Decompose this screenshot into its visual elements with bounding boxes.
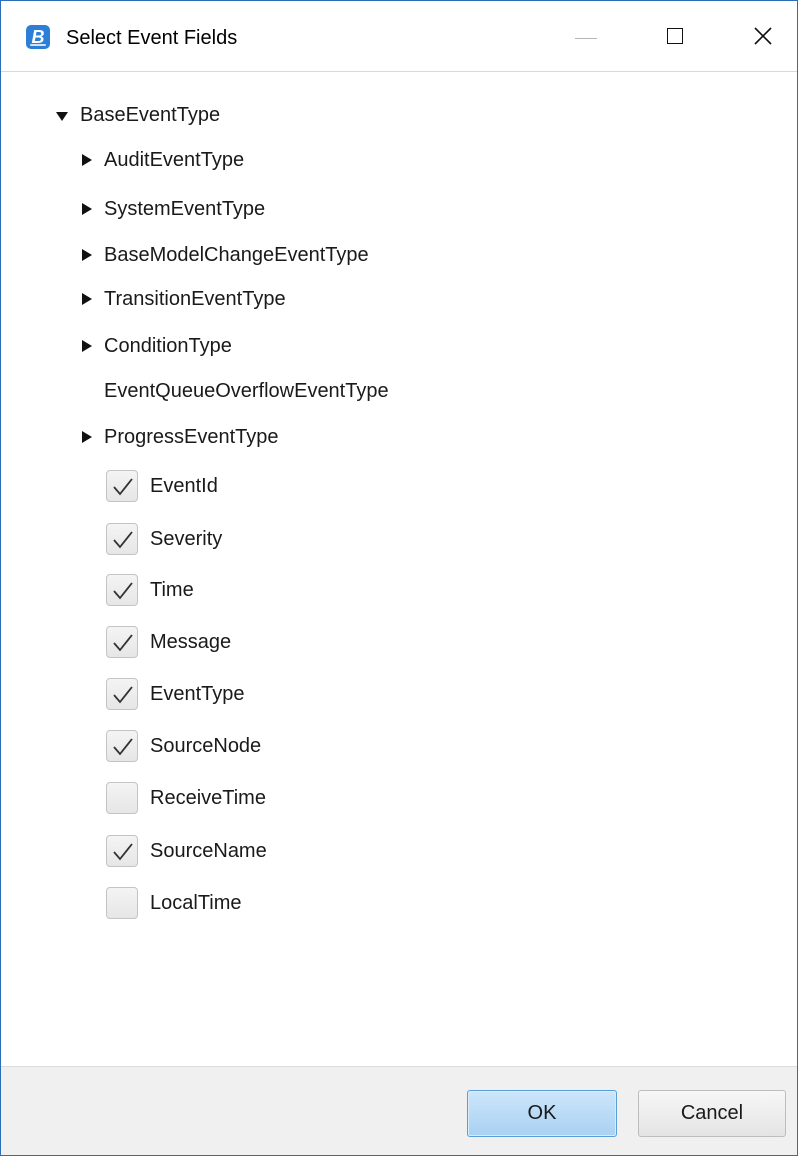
maximize-button[interactable] (647, 1, 707, 71)
title-bar[interactable]: B Select Event Fields (1, 1, 797, 72)
tree-item-label: EventType (150, 683, 245, 705)
checkmark-icon (113, 843, 133, 861)
field-checkbox[interactable] (106, 730, 138, 762)
tree-item-label: AuditEventType (104, 149, 245, 171)
checkmark-icon (113, 686, 133, 704)
tree-item-label: TransitionEventType (104, 288, 286, 310)
tree-item-label: Severity (150, 528, 223, 550)
tree-item-field[interactable]: SourceName (106, 833, 267, 869)
field-checkbox[interactable] (106, 626, 138, 658)
tree-item-label: SystemEventType (104, 198, 266, 220)
select-event-fields-dialog: B Select Event Fields BaseEventType Audit… (0, 0, 798, 1156)
tree-item-label: ReceiveTime (150, 787, 266, 809)
field-checkbox[interactable] (106, 678, 138, 710)
tree-item-field[interactable]: Time (106, 572, 194, 608)
field-checkbox[interactable] (106, 887, 138, 919)
minimize-button[interactable] (557, 1, 617, 71)
tree-item-label: ConditionType (104, 335, 232, 357)
checkmark-icon (113, 634, 133, 652)
close-button[interactable] (734, 1, 794, 71)
close-icon (754, 27, 772, 45)
event-type-tree[interactable]: BaseEventType AuditEventType SystemEventTy… (1, 72, 797, 1069)
tree-item-label: SourceNode (150, 735, 262, 757)
tree-item-field[interactable]: Severity (106, 521, 222, 557)
app-logo-icon: B (26, 25, 50, 49)
collapse-arrow-icon[interactable] (56, 108, 70, 122)
checkmark-icon (113, 582, 133, 600)
field-checkbox[interactable] (106, 835, 138, 867)
ok-button[interactable]: OK (467, 1090, 617, 1137)
tree-item-label: BaseEventType (80, 104, 221, 126)
expand-arrow-icon[interactable] (80, 430, 94, 444)
tree-item-label: Message (150, 631, 232, 653)
tree-item-label: BaseModelChangeEventType (104, 244, 369, 266)
tree-item-label: EventQueueOverflowEventType (104, 380, 389, 402)
dialog-footer: OK Cancel (1, 1066, 797, 1155)
tree-item-field[interactable]: EventType (106, 676, 245, 712)
cancel-button[interactable]: Cancel (638, 1090, 786, 1137)
tree-item-label: ProgressEventType (104, 426, 279, 448)
expand-arrow-icon[interactable] (80, 202, 94, 216)
checkmark-icon (113, 738, 133, 756)
tree-item-subtype[interactable]: TransitionEventType (80, 281, 286, 317)
tree-item-subtype[interactable]: AuditEventType (80, 142, 244, 178)
tree-item-subtype[interactable]: ConditionType (80, 328, 232, 364)
checkmark-icon (113, 531, 133, 549)
tree-item-field[interactable]: LocalTime (106, 885, 242, 921)
window-title: Select Event Fields (66, 27, 238, 49)
field-checkbox[interactable] (106, 523, 138, 555)
tree-item-field[interactable]: EventId (106, 468, 218, 504)
tree-item-subtype[interactable]: SystemEventType (80, 191, 265, 227)
tree-item-subtype[interactable]: EventQueueOverflowEventType (104, 373, 389, 409)
tree-item-label: SourceName (150, 840, 267, 862)
checkmark-icon (113, 478, 133, 496)
tree-item-label: LocalTime (150, 892, 242, 914)
tree-item-root[interactable]: BaseEventType (56, 97, 220, 133)
field-checkbox[interactable] (106, 470, 138, 502)
tree-item-label: Time (150, 579, 194, 601)
tree-item-subtype[interactable]: ProgressEventType (80, 419, 279, 455)
tree-item-field[interactable]: Message (106, 624, 231, 660)
expand-arrow-icon[interactable] (80, 153, 94, 167)
tree-item-field[interactable]: SourceNode (106, 728, 261, 764)
field-checkbox[interactable] (106, 574, 138, 606)
tree-item-label: EventId (150, 475, 218, 497)
expand-arrow-icon[interactable] (80, 292, 94, 306)
tree-item-field[interactable]: ReceiveTime (106, 780, 266, 816)
tree-item-subtype[interactable]: BaseModelChangeEventType (80, 237, 369, 273)
field-checkbox[interactable] (106, 782, 138, 814)
expand-arrow-icon[interactable] (80, 339, 94, 353)
expand-arrow-icon[interactable] (80, 248, 94, 262)
